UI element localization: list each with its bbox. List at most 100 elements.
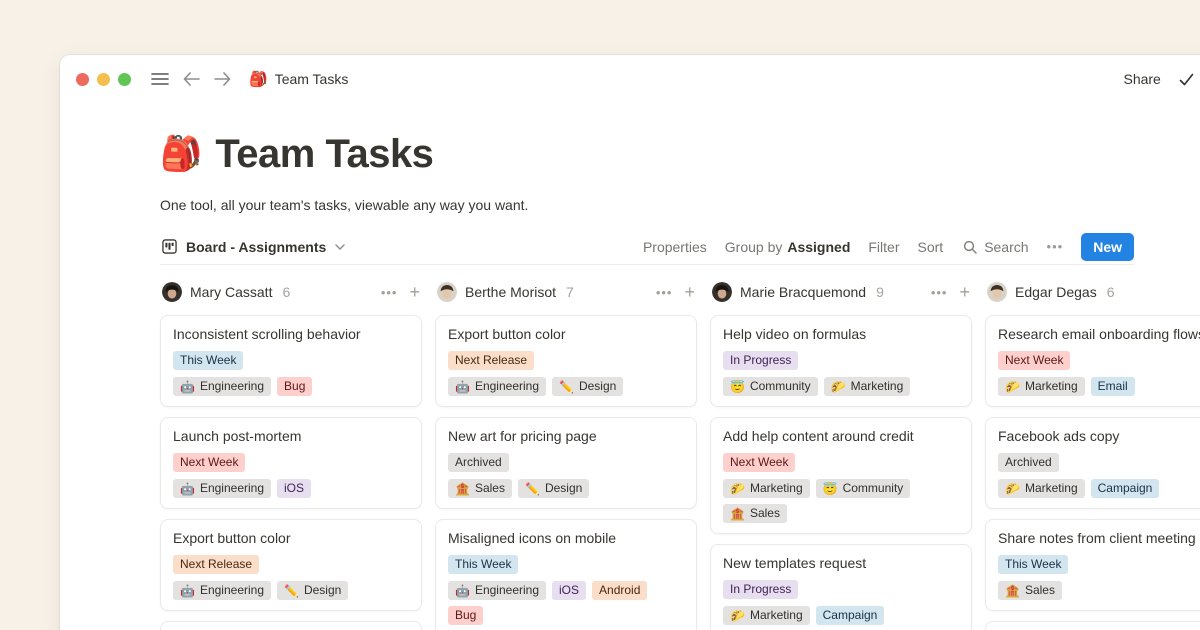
tag-label: Android xyxy=(599,582,640,599)
updates-button[interactable]: Updates xyxy=(1177,71,1200,88)
close-window-button[interactable] xyxy=(76,73,89,86)
tag-row: 😇Community 🌮Marketing xyxy=(723,377,959,396)
tag: 🏦Sales xyxy=(448,479,512,498)
menu-icon[interactable] xyxy=(149,70,171,88)
tag-label: Marketing xyxy=(1025,378,1078,395)
search-icon xyxy=(961,238,979,256)
view-tab-board[interactable]: Board - Assignments xyxy=(160,237,347,256)
tag-label: Engineering xyxy=(475,582,539,599)
task-card[interactable]: Export button colorNext Release🤖Engineer… xyxy=(160,519,422,611)
tag: 🌮Marketing xyxy=(998,479,1085,498)
tag-row: 🤖 Engineering iOS Android Bug xyxy=(448,581,684,625)
task-card[interactable]: Share notes from client meetingThis Week… xyxy=(985,519,1200,611)
avatar xyxy=(437,282,457,302)
tag-label: Campaign xyxy=(823,607,878,624)
breadcrumb[interactable]: 🎒 Team Tasks xyxy=(249,70,348,88)
tag-label: Community xyxy=(750,378,811,395)
column-count: 7 xyxy=(566,284,574,300)
tag-label: Design xyxy=(304,582,341,599)
status-tag: Next Week xyxy=(173,453,245,472)
tag: Email xyxy=(1091,377,1135,396)
zoom-window-button[interactable] xyxy=(118,73,131,86)
tag: Android xyxy=(592,581,647,600)
new-button[interactable]: New xyxy=(1081,233,1134,261)
marketing-icon: 🌮 xyxy=(831,381,846,393)
share-button[interactable]: Share xyxy=(1123,71,1160,87)
task-title: Launch post-mortem xyxy=(173,428,409,445)
task-card[interactable]: New navigation behaviorThis Week🤖Enginee… xyxy=(160,621,422,630)
task-card[interactable]: Misaligned icons on mobile This Week 🤖 Engi… xyxy=(435,519,697,630)
column-more-icon[interactable]: ••• xyxy=(656,285,673,300)
column-add-icon[interactable]: + xyxy=(684,285,695,299)
back-icon[interactable] xyxy=(181,70,202,88)
group-by-button[interactable]: Group by Assigned xyxy=(725,239,851,255)
sort-button[interactable]: Sort xyxy=(918,239,944,255)
tag-label: Community xyxy=(843,480,904,497)
tag-label: Marketing xyxy=(750,480,803,497)
tag-label: Next Week xyxy=(730,454,788,471)
tag-row: 🤖EngineeringBug xyxy=(173,377,409,396)
tag: Bug xyxy=(448,606,483,625)
board-column: Mary Cassatt6•••+Inconsistent scrolling … xyxy=(160,281,422,630)
engineering-icon: 🤖 xyxy=(455,585,470,597)
column-count: 6 xyxy=(1107,284,1115,300)
task-card[interactable]: New templates requestIn Progress🌮Marketi… xyxy=(710,544,972,630)
tag-label: In Progress xyxy=(730,581,791,598)
tag-label: iOS xyxy=(559,582,579,599)
column-title: Marie Bracquemond xyxy=(740,284,866,300)
search-label: Search xyxy=(984,239,1028,255)
tag: 🌮Marketing xyxy=(824,377,911,396)
task-card[interactable]: Launch post-mortemNext Week🤖Engineeringi… xyxy=(160,417,422,509)
task-card[interactable]: Research email onboarding flowsNext Week… xyxy=(985,315,1200,407)
group-by-value: Assigned xyxy=(787,239,850,255)
tag: ✏️Design xyxy=(518,479,589,498)
chevron-down-icon xyxy=(333,242,347,252)
status-row: Next Week xyxy=(173,453,409,472)
task-title: New templates request xyxy=(723,555,959,572)
tag-label: This Week xyxy=(180,352,236,369)
column-more-icon[interactable]: ••• xyxy=(381,285,398,300)
status-row: This Week xyxy=(448,555,684,574)
task-card[interactable]: Add help content around creditNext Week🌮… xyxy=(710,417,972,534)
tag-row: 🤖Engineering✏️Design xyxy=(448,377,684,396)
task-card[interactable]: Export button colorNext Release🤖Engineer… xyxy=(435,315,697,407)
column-actions: ••• + xyxy=(381,285,420,300)
design-icon: ✏️ xyxy=(525,483,540,495)
task-card[interactable]: New art for pricing pageArchived🏦Sales✏️… xyxy=(435,417,697,509)
search-button[interactable]: Search xyxy=(961,238,1028,256)
tag-label: Archived xyxy=(455,454,502,471)
column-more-icon[interactable]: ••• xyxy=(931,285,948,300)
tag-label: Bug xyxy=(284,378,305,395)
task-title: Export button color xyxy=(448,326,684,343)
forward-icon[interactable] xyxy=(212,70,233,88)
board-column: Edgar Degas6•••+Research email onboardin… xyxy=(985,281,1200,630)
sales-icon: 🏦 xyxy=(1005,585,1020,597)
task-title: Misaligned icons on mobile xyxy=(448,530,684,547)
status-row: Archived xyxy=(448,453,684,472)
column-header: Marie Bracquemond9•••+ xyxy=(710,281,972,303)
task-card[interactable]: Help video on formulasIn Progress😇Commun… xyxy=(710,315,972,407)
task-card[interactable]: Sales email templatesNext Week xyxy=(985,621,1200,630)
status-tag: In Progress xyxy=(723,580,798,599)
tag: 😇Community xyxy=(723,377,818,396)
task-card[interactable]: Inconsistent scrolling behaviorThis Week… xyxy=(160,315,422,407)
tag-label: Engineering xyxy=(475,378,539,395)
engineering-icon: 🤖 xyxy=(180,381,195,393)
toolbar-more-icon[interactable]: ••• xyxy=(1047,239,1064,254)
column-add-icon[interactable]: + xyxy=(959,285,970,299)
task-title: Share notes from client meeting xyxy=(998,530,1200,547)
board: Mary Cassatt6•••+Inconsistent scrolling … xyxy=(160,281,1200,630)
doc-title: Team Tasks xyxy=(275,71,349,87)
column-header: Berthe Morisot7•••+ xyxy=(435,281,697,303)
tag-label: iOS xyxy=(284,480,304,497)
filter-button[interactable]: Filter xyxy=(868,239,899,255)
tag: iOS xyxy=(277,479,311,498)
minimize-window-button[interactable] xyxy=(97,73,110,86)
task-title: Facebook ads copy xyxy=(998,428,1200,445)
status-tag: This Week xyxy=(448,555,518,574)
task-card[interactable]: Facebook ads copyArchived🌮MarketingCampa… xyxy=(985,417,1200,509)
tag-label: Design xyxy=(579,378,616,395)
page-icon[interactable]: 🎒 xyxy=(160,131,202,177)
properties-button[interactable]: Properties xyxy=(643,239,707,255)
column-add-icon[interactable]: + xyxy=(409,285,420,299)
